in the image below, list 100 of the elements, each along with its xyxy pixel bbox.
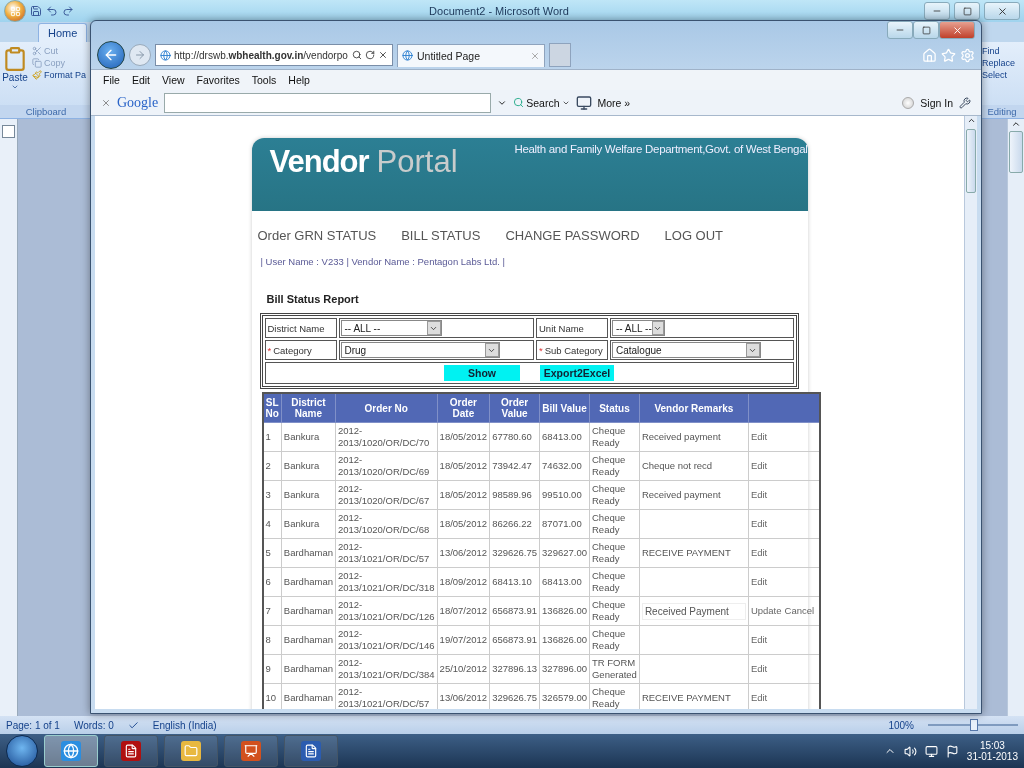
close-tab-icon[interactable] — [530, 50, 540, 61]
row-action-link[interactable]: Edit — [750, 634, 768, 645]
row-action-link[interactable]: Edit — [750, 460, 768, 471]
start-button[interactable] — [6, 735, 38, 767]
remarks-input[interactable]: Received Payment — [641, 602, 746, 620]
close-button[interactable] — [984, 2, 1020, 20]
select-field[interactable]: -- ALL -- — [612, 320, 665, 336]
minimize-button[interactable] — [887, 21, 913, 39]
group-label: Clipboard — [0, 105, 92, 118]
wrench-icon[interactable] — [959, 96, 971, 109]
table-cell: Cheque Ready — [589, 480, 640, 510]
minimize-button[interactable] — [924, 2, 950, 20]
menu-item[interactable]: View — [162, 74, 185, 86]
table-cell: 98589.96 — [489, 480, 540, 510]
menu-item[interactable]: Help — [288, 74, 310, 86]
menu-item[interactable]: Favorites — [196, 74, 240, 86]
brand-name: Vendor — [269, 144, 369, 181]
refresh-icon[interactable] — [365, 50, 375, 60]
table-cell: 5 — [262, 538, 282, 568]
taskbar-button[interactable] — [164, 735, 218, 767]
select-field[interactable]: Catalogue — [612, 342, 761, 358]
flag-icon[interactable] — [945, 744, 959, 758]
search-icon[interactable] — [352, 50, 362, 60]
tab-selector[interactable] — [2, 125, 15, 138]
row-action-link[interactable]: Edit — [750, 518, 768, 529]
taskbar-button[interactable] — [224, 735, 278, 767]
table-cell: 2012-2013/1021/OR/DC/57 — [335, 538, 438, 568]
language: English (India) — [152, 719, 217, 731]
table-cell: 13/06/2012 — [437, 538, 490, 568]
table-cell: Cheque Ready — [589, 538, 640, 568]
menu-item[interactable]: Tools — [251, 74, 277, 86]
column-header: Bill Value — [539, 393, 590, 423]
save-icon[interactable] — [30, 5, 42, 17]
caret-icon — [11, 83, 19, 91]
row-action-link[interactable]: Cancel — [784, 605, 815, 616]
scroll-up-icon[interactable] — [1011, 119, 1021, 129]
stop-icon[interactable] — [378, 50, 388, 60]
taskbar-button[interactable] — [104, 735, 158, 767]
row-action-link[interactable]: Edit — [750, 692, 768, 703]
ribbon-tab[interactable]: Home — [38, 23, 88, 42]
zoom-thumb[interactable] — [970, 719, 978, 731]
find-button[interactable]: Find — [982, 46, 1016, 56]
row-action-link[interactable]: Edit — [750, 663, 768, 674]
scroll-thumb[interactable] — [1009, 131, 1023, 173]
sign-in-button[interactable]: Sign In — [920, 96, 953, 109]
row-action-link[interactable]: Edit — [750, 576, 768, 587]
table-cell: 86266.22 — [489, 509, 540, 539]
table-cell: 2012-2013/1021/OR/DC/318 — [335, 567, 438, 597]
format-painter-button[interactable]: Format Pa — [32, 70, 86, 80]
globe-icon — [402, 50, 413, 61]
monitor-icon[interactable] — [575, 94, 592, 111]
menu-item[interactable]: Edit — [131, 74, 150, 86]
row-action-link[interactable]: Update — [750, 605, 782, 616]
more-button[interactable]: More » — [597, 96, 631, 109]
row-action-link[interactable]: Edit — [750, 547, 768, 558]
row-action-link[interactable]: Edit — [750, 431, 768, 442]
browser-icon — [61, 741, 81, 761]
paste-button[interactable]: Paste — [2, 46, 28, 105]
search-field[interactable] — [164, 92, 492, 113]
nav-link[interactable]: BILL STATUS — [401, 228, 481, 243]
replace-button[interactable]: Replace — [982, 58, 1016, 68]
scrollbar[interactable] — [1007, 119, 1024, 716]
undo-icon[interactable] — [46, 5, 58, 17]
address-bar[interactable]: http://drswb.wbhealth.gov.in/vendorpo — [155, 44, 393, 66]
report-title: Bill Status Report — [265, 292, 360, 307]
speaker-icon[interactable] — [903, 744, 917, 758]
maximize-button[interactable] — [913, 21, 939, 39]
field-label: District Name — [264, 318, 337, 338]
restore-button[interactable] — [954, 2, 980, 20]
select-field[interactable]: Drug — [340, 342, 500, 358]
user-icon — [902, 96, 915, 109]
redo-icon[interactable] — [62, 5, 74, 17]
table-cell: Cheque Ready — [589, 422, 640, 452]
scroll-up-icon[interactable] — [966, 116, 976, 125]
scrollbar[interactable] — [964, 116, 977, 709]
scroll-thumb[interactable] — [965, 129, 977, 193]
action-button[interactable]: Export2Excel — [540, 365, 614, 381]
close-button[interactable] — [939, 21, 975, 39]
nav-link[interactable]: Order GRN STATUS — [257, 228, 377, 243]
table-cell: 3 — [262, 480, 282, 510]
nav-link[interactable]: CHANGE PASSWORD — [505, 228, 640, 243]
browser-tab[interactable]: Untitled Page — [397, 43, 545, 67]
back-button[interactable] — [97, 41, 125, 69]
column-header: Status — [589, 393, 640, 423]
table-cell: 326579.00 — [539, 683, 590, 709]
search-button[interactable]: Search — [513, 96, 570, 109]
table-cell: 19/07/2012 — [437, 625, 490, 655]
select-field[interactable]: -- ALL -- — [340, 320, 442, 336]
action-button[interactable]: Show — [444, 365, 520, 381]
office-button[interactable] — [4, 0, 26, 22]
select-button[interactable]: Select — [982, 70, 1016, 80]
table-cell: 18/05/2012 — [437, 480, 490, 510]
close-icon[interactable] — [101, 97, 111, 108]
nav-link[interactable]: LOG OUT — [664, 228, 724, 243]
network-icon[interactable] — [924, 744, 938, 758]
taskbar-button[interactable] — [44, 735, 98, 767]
star-icon[interactable] — [941, 47, 956, 63]
menu-item[interactable]: File — [103, 74, 120, 86]
taskbar-button[interactable] — [284, 735, 338, 767]
row-action-link[interactable]: Edit — [750, 489, 768, 500]
